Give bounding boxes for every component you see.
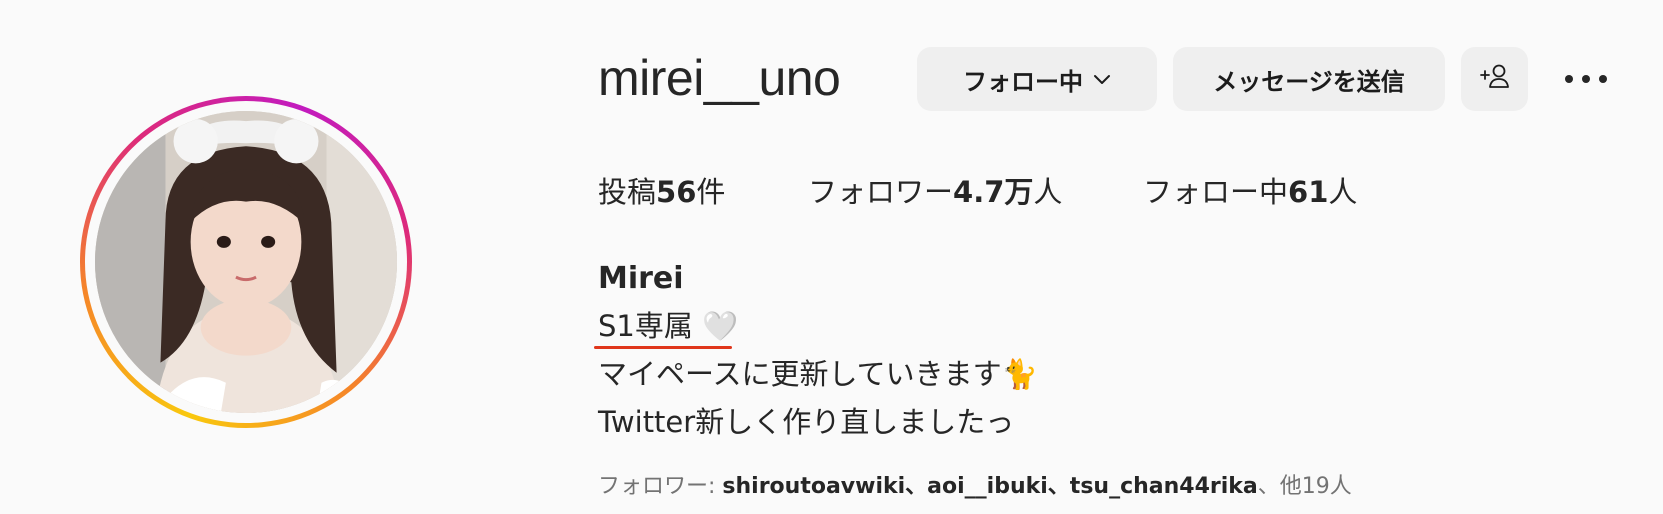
more-icon [1564,69,1608,88]
followed-by[interactable]: フォロワー: shiroutoavwiki、aoi__ibuki、tsu_cha… [598,470,1352,504]
avatar[interactable] [95,111,397,413]
following-button-label: フォロー中 [963,67,1083,96]
bio-line-3: Twitter新しく作り直しましたっ [598,405,1015,439]
annotation-underline [594,346,732,349]
profile-full-name: Mirei [598,261,684,296]
followers-count[interactable]: フォロワー4.7万人 [808,170,1062,214]
send-message-button[interactable]: メッセージを送信 [1173,47,1445,111]
avatar-border [85,101,407,423]
chevron-down-icon [1093,73,1111,85]
posts-count: 投稿56件 [598,175,726,209]
add-user-icon [1478,62,1512,96]
bio-line-2: マイペースに更新していきます🐈 [598,357,1038,391]
more-options-button[interactable] [1560,62,1612,94]
followed-by-names[interactable]: shiroutoavwiki、aoi__ibuki、tsu_chan44rika [722,474,1257,499]
suggest-users-button[interactable] [1461,47,1528,111]
send-message-label: メッセージを送信 [1213,67,1405,96]
following-count[interactable]: フォロー中61人 [1143,170,1357,214]
bio-line-1: S1専属 🤍 [598,309,739,343]
profile-username: mirei__uno [598,50,841,106]
following-button[interactable]: フォロー中 [917,47,1157,111]
profile-photo [95,111,397,413]
story-ring[interactable] [80,96,412,428]
